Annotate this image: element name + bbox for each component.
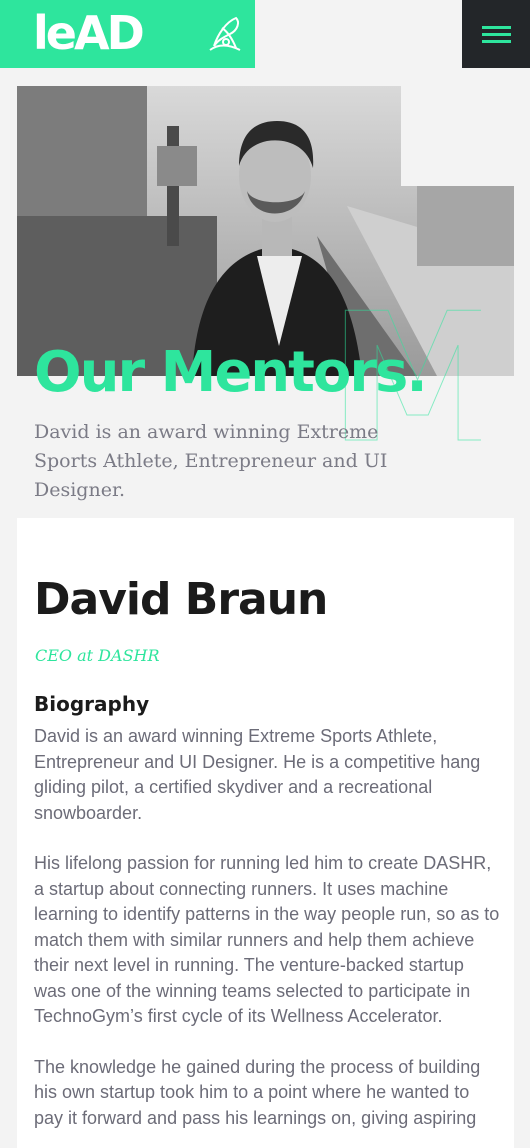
menu-button[interactable] [462, 0, 530, 68]
logo-bar[interactable]: leAD [0, 0, 255, 68]
hamburger-icon [482, 26, 511, 29]
biography-text: David is an award winning Extreme Sports… [34, 724, 500, 1148]
hamburger-icon-bottom [482, 40, 511, 43]
hamburger-icon-middle [482, 33, 511, 36]
bio-paragraph: His lifelong passion for running led him… [34, 853, 500, 1026]
biography-heading: Biography [34, 692, 150, 716]
hero-description: David is an award winning Extreme Sports… [34, 421, 388, 501]
mentor-role: CEO at DASHR [35, 646, 160, 665]
mentor-card: David Braun CEO at DASHR Biography David… [17, 518, 514, 1148]
page-title: Our Mentors. [34, 340, 428, 405]
mentor-name: David Braun [34, 574, 328, 625]
bio-paragraph: David is an award winning Extreme Sports… [34, 726, 481, 823]
hang-glider-icon [209, 16, 241, 51]
logo-text: leAD [33, 6, 145, 60]
bio-paragraph: The knowledge he gained during the proce… [34, 1056, 481, 1128]
